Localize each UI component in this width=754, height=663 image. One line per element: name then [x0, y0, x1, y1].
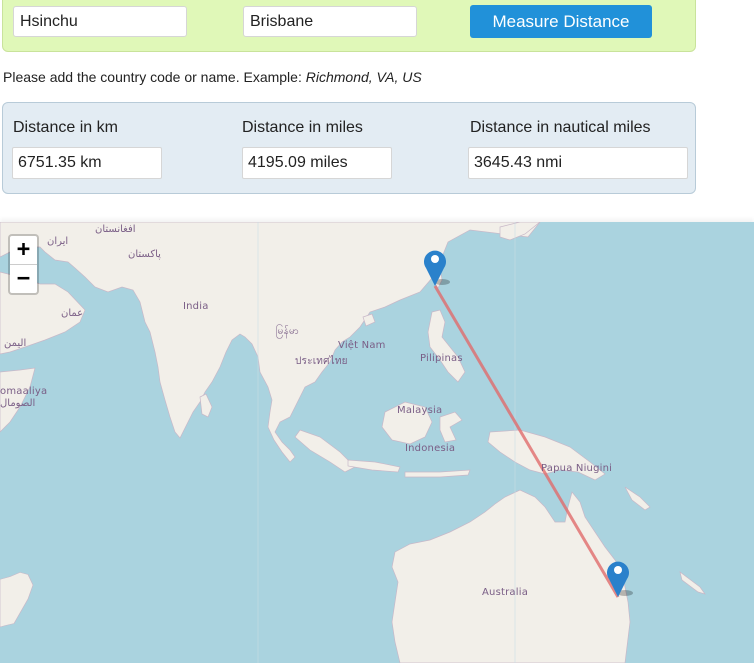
map-label-vietnam: Việt Nam — [338, 340, 386, 351]
land-australia — [391, 489, 631, 663]
map-label-yemen: اليمن — [4, 338, 27, 349]
land-madagascar — [0, 572, 34, 628]
map[interactable]: ایران افغانستان پاکستان India عمان اليمن… — [0, 222, 754, 663]
land-sumatra — [294, 429, 356, 473]
map-label-afghanistan: افغانستان — [95, 224, 136, 235]
map-label-png: Papua Niugini — [541, 463, 613, 474]
land-sri-lanka — [199, 393, 213, 418]
from-city-input[interactable] — [13, 6, 187, 37]
map-label-iran: ایران — [47, 236, 69, 247]
map-label-pakistan: پاکستان — [128, 249, 161, 260]
zoom-out-button[interactable]: − — [10, 265, 37, 293]
land-java — [347, 459, 401, 473]
land-asia — [0, 222, 541, 463]
map-label-somalia-latin: omaaliya — [0, 386, 48, 397]
measure-distance-button[interactable]: Measure Distance — [470, 5, 652, 38]
map-label-indonesia: Indonesia — [405, 443, 456, 454]
land-philippines — [427, 309, 466, 383]
map-label-myanmar: မြန်မာ — [276, 326, 299, 337]
hint-example: Richmond, VA, US — [305, 69, 422, 85]
nmi-label: Distance in nautical miles — [470, 119, 651, 136]
miles-value-field[interactable] — [242, 147, 392, 179]
map-label-india: India — [183, 301, 209, 312]
marker-brisbane[interactable] — [605, 557, 635, 601]
map-label-australia: Australia — [482, 587, 529, 598]
distance-results-panel: Distance in km Distance in miles Distanc… — [2, 102, 696, 194]
to-city-input[interactable] — [243, 6, 417, 37]
zoom-in-button[interactable]: + — [10, 236, 37, 265]
map-label-thailand: ประเทศไทย — [295, 356, 348, 367]
miles-label: Distance in miles — [242, 119, 363, 136]
map-label-philippines: Pilipinas — [420, 353, 463, 364]
search-panel: Measure Distance — [2, 0, 696, 52]
hint-main: Please add the country code or name. Exa… — [3, 69, 306, 85]
zoom-control: + − — [8, 234, 39, 295]
km-label: Distance in km — [13, 119, 118, 136]
nmi-value-field[interactable] — [468, 147, 688, 179]
map-label-somalia-arabic: الصومال — [0, 398, 36, 409]
marker-hsinchu[interactable] — [422, 246, 452, 290]
map-label-malaysia: Malaysia — [397, 405, 443, 416]
map-label-oman: عمان — [61, 308, 84, 319]
map-tiles — [0, 222, 706, 663]
hint-text: Please add the country code or name. Exa… — [3, 69, 422, 85]
km-value-field[interactable] — [12, 147, 162, 179]
